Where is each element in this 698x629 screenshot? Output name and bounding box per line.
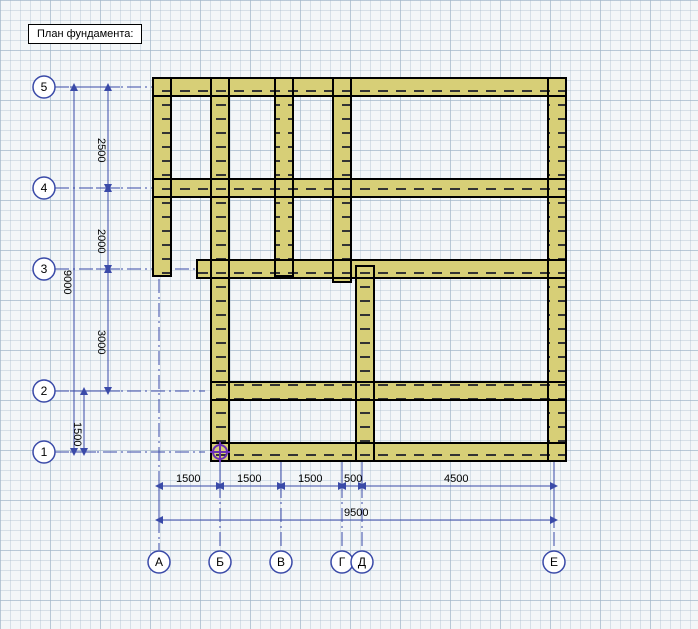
dim-x-total: 9500 <box>344 507 368 519</box>
axis-x-D: Д <box>358 555 366 569</box>
dim-D-E: 4500 <box>444 473 468 485</box>
dim-4-3: 2000 <box>95 229 107 253</box>
axis-x-B: Б <box>216 555 224 569</box>
dim-3-2: 3000 <box>95 330 107 354</box>
axis-y-4: 4 <box>41 181 48 195</box>
axis-x-G: Г <box>339 555 346 569</box>
dim-2-1: 1500 <box>71 422 83 446</box>
axis-bubbles-y: 5 4 3 2 1 <box>33 76 55 463</box>
foundation-plan-canvas: 2500 2000 3000 1500 9000 1500 1500 1500 … <box>0 0 698 629</box>
dim-y-total: 9000 <box>61 270 73 294</box>
axis-y-5: 5 <box>41 80 48 94</box>
axis-y-3: 3 <box>41 262 48 276</box>
dim-5-4: 2500 <box>95 138 107 162</box>
foundation-walls <box>153 78 566 461</box>
dim-G-D: 500 <box>344 473 362 485</box>
dim-V-G: 1500 <box>298 473 322 485</box>
axis-x-V: В <box>277 555 285 569</box>
dim-A-B: 1500 <box>176 473 200 485</box>
axis-bubbles-x: А Б В Г Д Е <box>148 551 565 573</box>
axis-x-A: А <box>155 555 163 569</box>
dim-B-V: 1500 <box>237 473 261 485</box>
axis-y-2: 2 <box>41 384 48 398</box>
axis-y-1: 1 <box>41 445 48 459</box>
axis-x-E: Е <box>550 555 558 569</box>
